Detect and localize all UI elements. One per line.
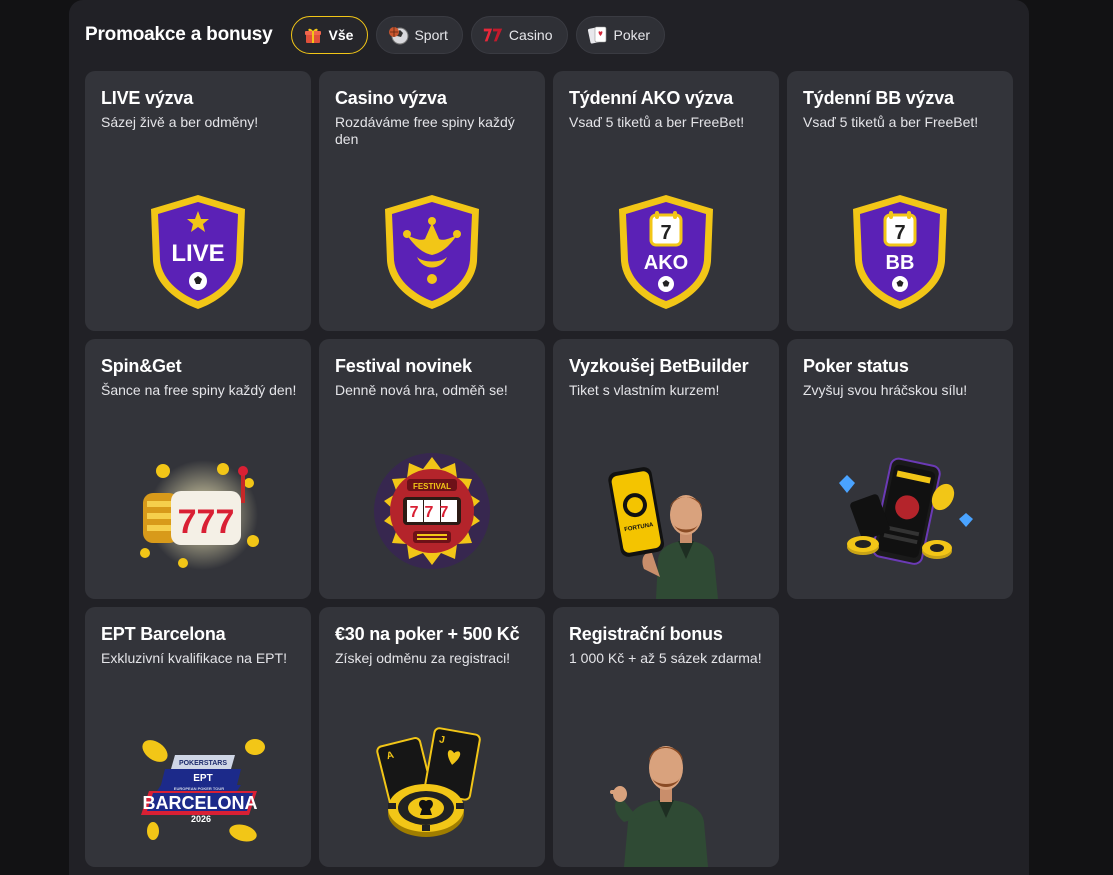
filter-label: Casino <box>508 27 553 43</box>
card-title: Festival novinek <box>335 356 472 376</box>
card-subtitle: Exkluzivní kvalifikace na EPT! <box>101 650 287 666</box>
promotions-grid: LIVE výzva Sázej živě a ber odměny! LIVE… <box>85 71 1013 867</box>
page-title: Promoakce a bonusy <box>85 24 273 45</box>
ako-shield-icon: 7 AKO <box>619 195 713 309</box>
card-subtitle: Vsaď 5 tiketů a ber FreeBet! <box>803 114 979 130</box>
card-subtitle: Tiket s vlastním kurzem! <box>569 382 720 398</box>
festival-label: FESTIVAL <box>413 482 451 491</box>
card-subtitle: 1 000 Kč + až 5 sázek zdarma! <box>569 650 762 666</box>
card-subtitle: Sázej živě a ber odměny! <box>101 114 259 130</box>
promo-card-festival[interactable]: Festival novinek Denně nová hra, odměň s… <box>319 339 545 599</box>
promo-card-poker-status[interactable]: Poker status Zvyšuj svou hráčskou sílu! <box>787 339 1013 599</box>
card-title: €30 na poker + 500 Kč <box>335 624 520 644</box>
promo-card-weekly-bb[interactable]: Týdenní BB výzva Vsaď 5 tiketů a ber Fre… <box>787 71 1013 331</box>
man-with-phone-icon: FORTUNA <box>608 467 718 599</box>
jester-shield-icon <box>385 195 479 309</box>
promotions-header: Promoakce a bonusy Vše Sport Casino Poke… <box>85 16 666 54</box>
promo-card-ept-barcelona[interactable]: EPT Barcelona Exkluzivní kvalifikace na … <box>85 607 311 867</box>
filter-label: Sport <box>414 27 448 43</box>
card-title: EPT Barcelona <box>101 624 226 644</box>
slot-777-icon: 777 <box>140 460 259 570</box>
card-subtitle: Rozdáváme free spiny každý den <box>335 114 515 147</box>
phone-chips-icon <box>839 457 973 565</box>
filter-poker[interactable]: Poker <box>575 16 666 54</box>
card-subtitle: Vsaď 5 tiketů a ber FreeBet! <box>569 114 745 130</box>
card-title: Týdenní AKO výzva <box>569 88 733 108</box>
promo-card-live-challenge[interactable]: LIVE výzva Sázej živě a ber odměny! LIVE <box>85 71 311 331</box>
card-title: Spin&Get <box>101 356 182 376</box>
card-title: Týdenní BB výzva <box>803 88 954 108</box>
filter-label: Poker <box>613 27 651 43</box>
card-subtitle: Získej odměnu za registraci! <box>335 650 511 666</box>
filter-casino[interactable]: Casino <box>470 16 568 54</box>
card-subtitle: Zvyšuj svou hráčskou sílu! <box>803 382 968 398</box>
filter-all[interactable]: Vše <box>290 16 369 54</box>
ept-mid-text: EPT <box>193 773 212 784</box>
promotions-panel: Promoakce a bonusy Vše Sport Casino Poke… <box>69 0 1029 875</box>
card-title: Vyzkoušej BetBuilder <box>569 356 749 376</box>
slot-text: 777 <box>178 503 235 541</box>
ept-top-text: POKERSTARS <box>179 760 227 767</box>
live-shield-icon: LIVE <box>151 195 245 309</box>
ept-year-text: 2026 <box>191 814 211 824</box>
promo-card-weekly-ako[interactable]: Týdenní AKO výzva Vsaď 5 tiketů a ber Fr… <box>553 71 779 331</box>
filter-label: Vše <box>328 27 354 43</box>
card-title: Casino výzva <box>335 88 447 108</box>
ept-main-text: BARCELONA <box>143 793 258 813</box>
card-subtitle: Denně nová hra, odměň se! <box>335 382 508 398</box>
seven-icon <box>482 24 504 46</box>
slot-reels: 777 <box>410 504 455 521</box>
card-subtitle: Šance na free spiny každý den! <box>101 382 297 398</box>
shield-badge-text: AKO <box>644 252 688 274</box>
filter-sport[interactable]: Sport <box>376 16 463 54</box>
ball-icon <box>387 24 409 46</box>
calendar-number: 7 <box>660 222 671 244</box>
gift-icon <box>302 24 324 46</box>
cards-icon <box>587 24 609 46</box>
promo-card-spin-and-get[interactable]: Spin&Get Šance na free spiny každý den! <box>85 339 311 599</box>
promo-card-betbuilder[interactable]: Vyzkoušej BetBuilder Tiket s vlastním ku… <box>553 339 779 599</box>
promo-card-casino-challenge[interactable]: Casino výzva Rozdáváme free spiny každý … <box>319 71 545 331</box>
man-pointing-icon <box>610 746 708 867</box>
card-title: Registrační bonus <box>569 624 723 644</box>
promo-card-poker-registration[interactable]: €30 na poker + 500 Kč Získej odměnu za r… <box>319 607 545 867</box>
festival-slot-icon: FESTIVAL 777 <box>374 453 490 569</box>
card-title: LIVE výzva <box>101 88 194 108</box>
ept-barcelona-logo-icon: POKERSTARS EPT EUROPEAN POKER TOUR BARCE… <box>141 739 265 842</box>
shield-badge-text: LIVE <box>171 240 224 267</box>
bb-shield-icon: 7 BB <box>853 195 947 309</box>
calendar-number: 7 <box>894 222 905 244</box>
poker-chip-cards-icon: A J <box>376 727 481 837</box>
ept-sub-text: EUROPEAN POKER TOUR <box>174 786 224 791</box>
shield-badge-text: BB <box>886 252 915 274</box>
promo-card-registration-bonus[interactable]: Registrační bonus 1 000 Kč + až 5 sázek … <box>553 607 779 867</box>
card-title: Poker status <box>803 356 909 376</box>
